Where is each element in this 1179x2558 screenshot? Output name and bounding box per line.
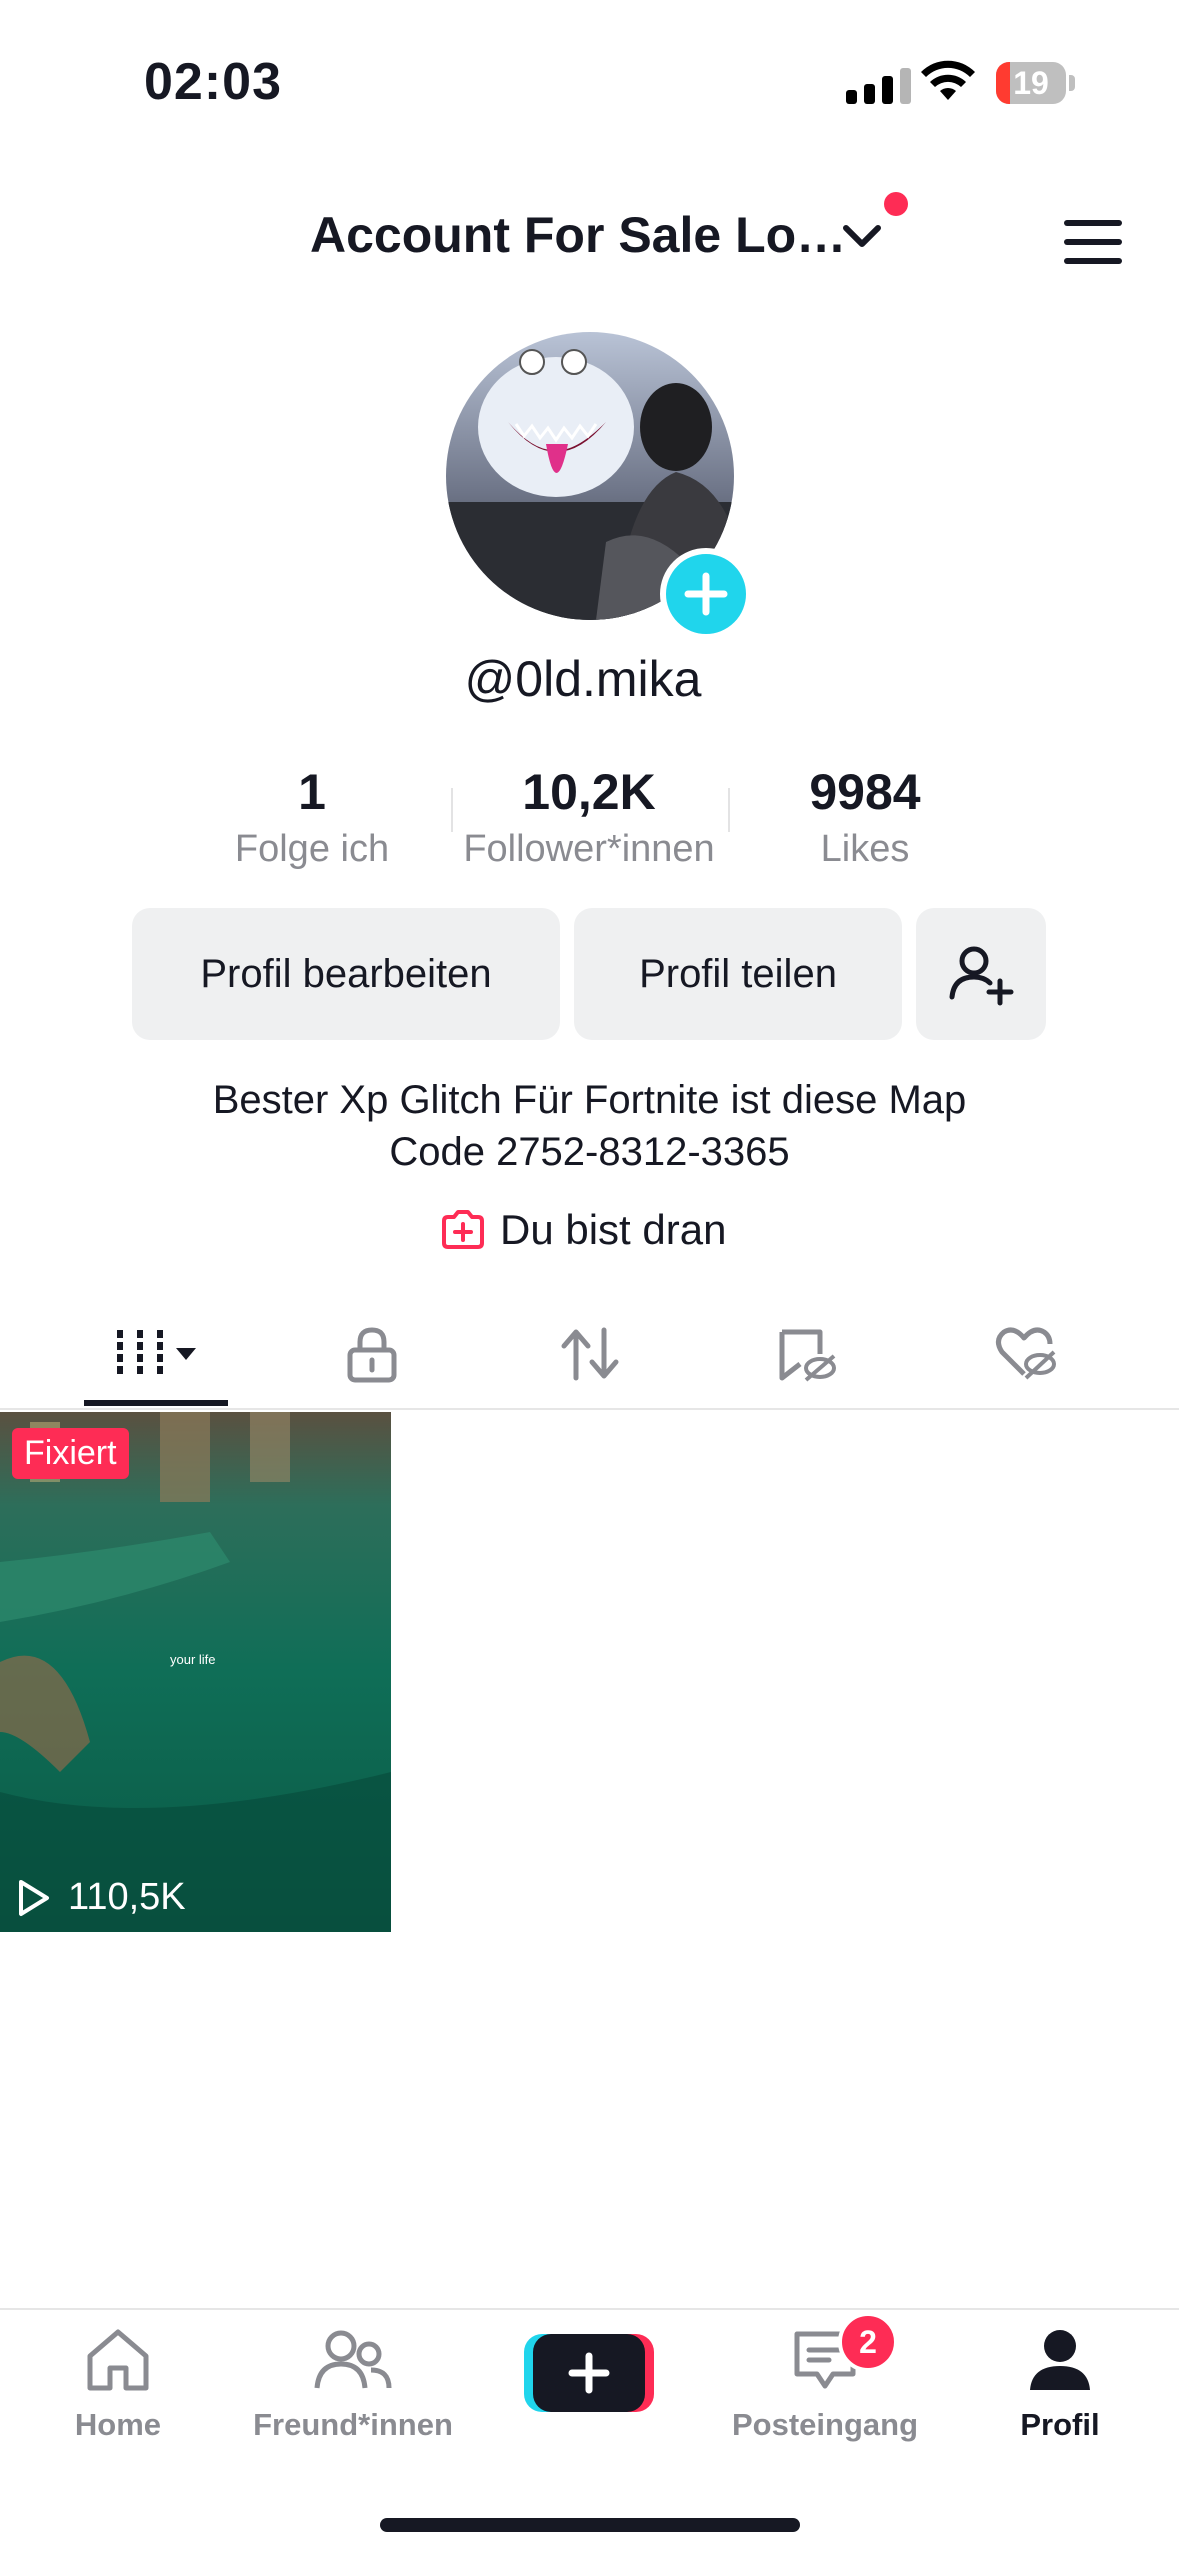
nav-label: Profil [1020,2407,1100,2442]
your-turn-link[interactable]: Du bist dran [440,1206,726,1254]
views-label: 110,5K [68,1876,186,1918]
stat-label: Follower*innen [463,828,715,870]
add-friend-button[interactable] [916,908,1046,1040]
nav-profile[interactable]: Profil [950,2326,1170,2443]
camera-plus-icon [442,1210,484,1249]
create-button[interactable] [524,2330,654,2414]
profile-bio: Bester Xp Glitch Für Fortnite ist diese … [0,1074,1179,1178]
stat-divider [728,788,730,832]
tab-videos[interactable] [84,1300,228,1408]
stat-followers[interactable]: 10,2K Follower*innen [446,760,732,874]
chevron-down-icon[interactable] [840,222,884,257]
bio-line: Bester Xp Glitch Für Fortnite ist diese … [212,1078,967,1122]
nav-inbox[interactable]: Posteingang [715,2326,935,2443]
repost-icon [561,1327,619,1381]
nav-label: Freund*innen [253,2407,453,2442]
stat-value: 9984 [809,764,921,820]
share-profile-button[interactable]: Profil teilen [574,908,902,1040]
bookmark-hidden-icon [779,1329,836,1382]
lock-icon [347,1327,397,1383]
inbox-badge: 2 [838,2312,898,2372]
notification-dot [884,192,908,216]
bio-line: Code 2752-8312-3365 [389,1130,790,1174]
friends-icon [314,2330,392,2389]
tab-favorites[interactable] [758,1300,858,1408]
stat-label: Folge ich [234,828,390,870]
video-thumbnail[interactable]: your life [0,1412,391,1932]
nav-label: Posteingang [731,2407,918,2442]
account-switcher-title[interactable]: Account For Sale Lo… [310,206,846,264]
grid-icon [117,1330,196,1376]
play-icon [19,1879,49,1916]
status-time: 02:03 [144,53,282,111]
stat-value: 10,2K [522,764,656,820]
nav-friends[interactable]: Freund*innen [243,2326,463,2443]
username: @0ld.mika [464,651,702,707]
nav-label: Home [74,2407,162,2442]
nav-home[interactable]: Home [8,2326,228,2443]
tab-liked[interactable] [976,1300,1076,1408]
menu-button[interactable] [1064,220,1122,264]
edit-profile-button[interactable]: Profil bearbeiten [132,908,560,1040]
cellular-signal-icon [846,68,911,104]
video-view-count: 110,5K [16,1876,186,1919]
wifi-icon [920,60,976,109]
profile-tabs [0,1300,1179,1410]
battery-level: 19 [1013,65,1049,101]
tab-private[interactable] [322,1300,422,1408]
home-icon [87,2329,149,2391]
stat-label: Likes [820,828,910,870]
your-turn-label: Du bist dran [500,1206,727,1253]
stat-following[interactable]: 1 Folge ich [192,760,432,874]
active-tab-indicator [84,1400,228,1406]
plus-icon [684,572,728,616]
add-person-icon [949,946,1014,1006]
tab-reposts[interactable] [540,1300,640,1408]
battery-icon: 19 [996,62,1076,112]
profile-icon [1030,2330,1090,2390]
pinned-badge: Fixiert [12,1428,129,1479]
video-overlay-text: your life [170,1652,216,1667]
home-indicator [380,2518,800,2532]
add-avatar-button[interactable] [660,548,752,640]
stat-likes[interactable]: 9984 Likes [745,760,985,874]
stat-value: 1 [298,764,326,820]
heart-hidden-icon [996,1327,1056,1380]
